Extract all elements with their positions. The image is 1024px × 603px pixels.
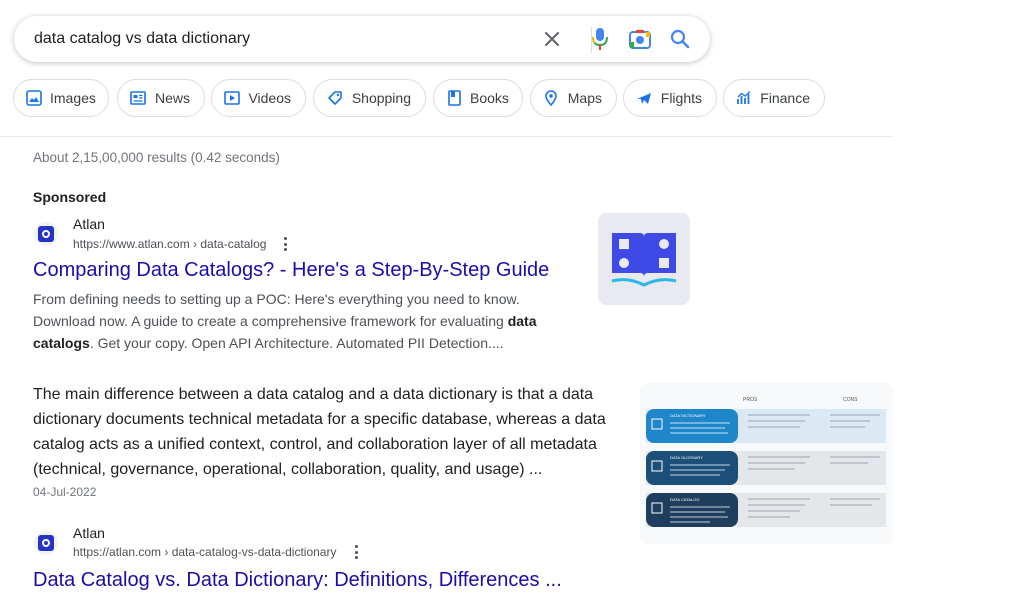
ad-title-link[interactable]: Comparing Data Catalogs? - Here's a Step… <box>33 259 549 282</box>
chip-label: Images <box>50 90 96 106</box>
ad-description: From defining needs to setting up a POC:… <box>33 288 573 354</box>
chip-flights[interactable]: Flights <box>623 79 717 117</box>
row-label-catalog: DATA CATALOG <box>670 497 700 502</box>
ad-url[interactable]: https://www.atlan.com › data-catalog <box>73 237 266 251</box>
chip-label: Maps <box>567 90 602 106</box>
image-icon <box>26 89 42 107</box>
chip-news[interactable]: News <box>117 79 205 117</box>
camera-lens-icon[interactable] <box>628 27 652 51</box>
clear-icon[interactable] <box>540 27 564 51</box>
airplane-icon <box>636 89 653 107</box>
row-label-glossary: DATA GLOSSARY <box>670 455 703 460</box>
microphone-icon[interactable] <box>588 27 612 51</box>
open-book-icon <box>611 233 677 287</box>
map-pin-icon <box>543 89 560 107</box>
pros-header: PROS <box>743 397 758 403</box>
more-options-icon[interactable] <box>282 237 288 251</box>
chip-books[interactable]: Books <box>433 79 523 117</box>
chip-images[interactable]: Images <box>13 79 109 117</box>
tag-icon <box>326 89 344 107</box>
news-icon <box>130 89 147 107</box>
chip-label: Shopping <box>351 90 411 106</box>
atlan-favicon[interactable] <box>34 531 58 555</box>
video-icon <box>224 89 241 107</box>
more-options-icon[interactable] <box>353 545 359 559</box>
chip-maps[interactable]: Maps <box>530 79 617 117</box>
chip-label: News <box>154 90 190 106</box>
chip-label: Videos <box>248 90 291 106</box>
snippet-image[interactable]: PROS CONS DATA DICTIONARY DATA GLOSSARY … <box>640 383 893 544</box>
chip-label: Flights <box>660 90 702 106</box>
ad-thumbnail[interactable] <box>598 213 690 305</box>
search-input[interactable]: data catalog vs data dictionary <box>34 30 250 48</box>
finance-icon <box>736 89 752 107</box>
chip-finance[interactable]: Finance <box>723 79 825 117</box>
chip-label: Books <box>470 90 509 106</box>
ad-desc-text: From defining needs to setting up a POC:… <box>33 291 520 329</box>
book-icon <box>446 89 462 107</box>
atlan-favicon[interactable] <box>34 222 58 246</box>
featured-snippet-text: The main difference between a data catal… <box>33 386 606 478</box>
chip-label: Finance <box>760 90 810 106</box>
header-divider <box>0 136 893 137</box>
ad-desc-text-end: . Get your copy. Open API Architecture. … <box>89 335 504 351</box>
result-title-link[interactable]: Data Catalog vs. Data Dictionary: Defini… <box>33 569 562 592</box>
cons-header: CONS <box>843 397 858 403</box>
result-site-name[interactable]: Atlan <box>73 525 105 541</box>
search-bar[interactable]: data catalog vs data dictionary <box>14 16 710 62</box>
chip-videos[interactable]: Videos <box>211 79 306 117</box>
snippet-date: 04-Jul-2022 <box>33 485 97 499</box>
ad-site-name[interactable]: Atlan <box>73 216 105 232</box>
chip-shopping[interactable]: Shopping <box>313 79 426 117</box>
result-url[interactable]: https://atlan.com › data-catalog-vs-data… <box>73 545 336 559</box>
result-stats: About 2,15,00,000 results (0.42 seconds) <box>33 150 280 165</box>
row-label-dictionary: DATA DICTIONARY <box>670 413 706 418</box>
sponsored-label: Sponsored <box>33 189 107 205</box>
search-icon[interactable] <box>668 27 692 51</box>
